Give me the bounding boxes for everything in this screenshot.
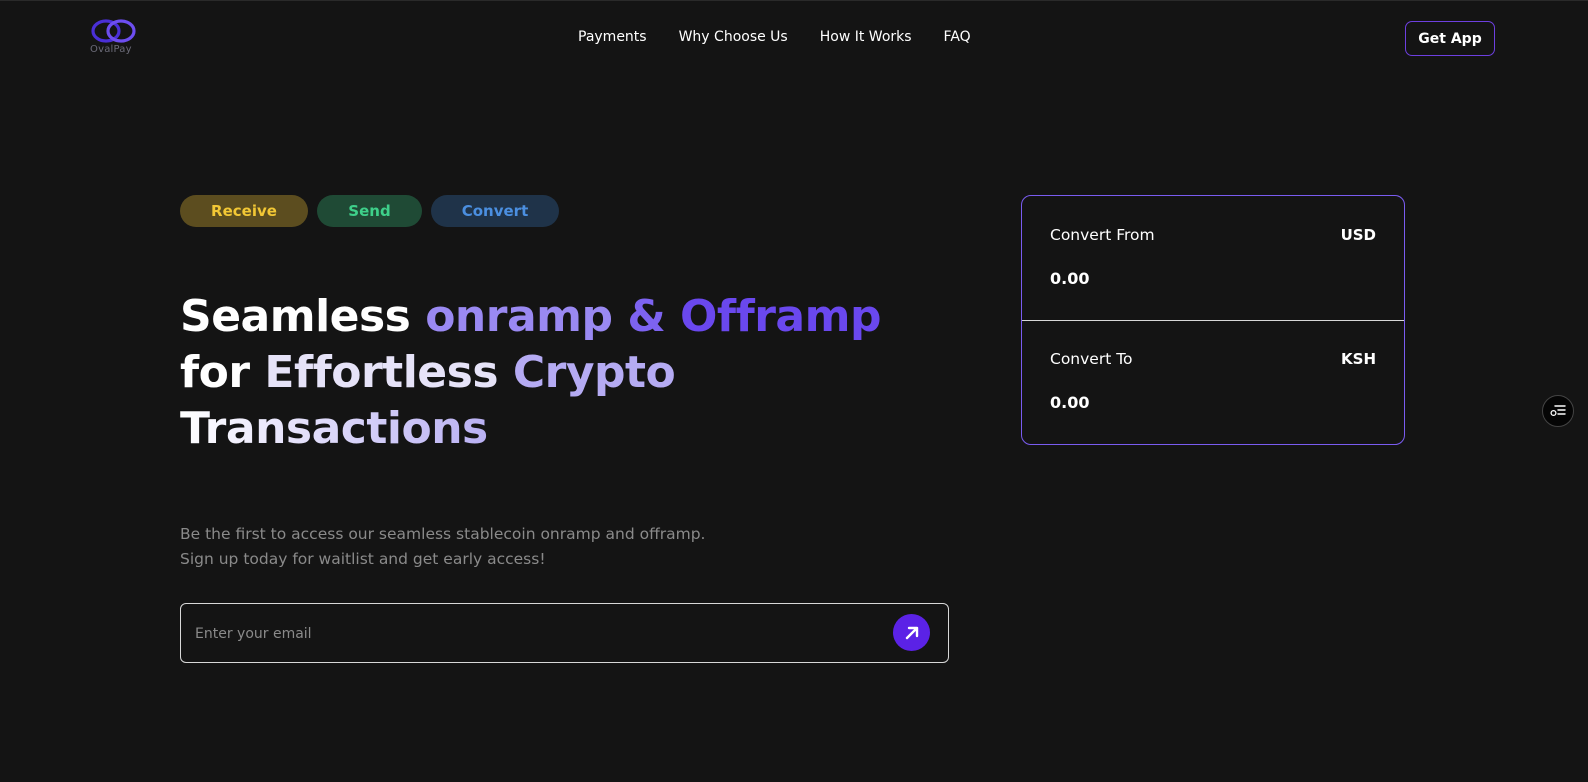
- headline-word: Seamless: [180, 291, 411, 342]
- headline-word: for: [180, 347, 250, 398]
- convert-to-currency[interactable]: KSH: [1341, 350, 1376, 368]
- email-input[interactable]: [193, 604, 877, 664]
- subtitle-line: Sign up today for waitlist and get early…: [180, 550, 546, 568]
- convert-to-label: Convert To: [1050, 350, 1133, 368]
- headline-word: &: [627, 291, 666, 342]
- headline-word: Effortless: [264, 347, 499, 398]
- hero-headline: Seamless onramp & Offramp for Effortless…: [180, 289, 940, 457]
- convert-from-currency[interactable]: USD: [1341, 226, 1376, 244]
- arrow-up-right-icon: [905, 626, 918, 639]
- send-pill[interactable]: Send: [317, 195, 422, 227]
- hero-subtitle: Be the first to access our seamless stab…: [180, 522, 705, 572]
- logo-rings-icon: [91, 19, 136, 43]
- list-settings-icon: [1550, 405, 1566, 417]
- convert-pill[interactable]: Convert: [431, 195, 559, 227]
- nav-faq[interactable]: FAQ: [944, 29, 971, 45]
- headline-word: Offramp: [680, 291, 881, 342]
- convert-from-amount[interactable]: 0.00: [1050, 269, 1089, 288]
- convert-to-section[interactable]: Convert To KSH 0.00: [1022, 320, 1404, 444]
- nav-how-it-works[interactable]: How It Works: [820, 29, 912, 45]
- convert-from-section[interactable]: Convert From USD 0.00: [1022, 196, 1404, 321]
- convert-to-amount: 0.00: [1050, 393, 1090, 412]
- convert-from-label: Convert From: [1050, 226, 1155, 244]
- waitlist-form: [180, 603, 949, 664]
- nav-payments[interactable]: Payments: [578, 29, 647, 45]
- logo-text: OvalPay: [90, 44, 132, 55]
- get-app-button[interactable]: Get App: [1405, 21, 1495, 56]
- headline-word: Transactions: [180, 403, 488, 454]
- page: OvalPay Payments Why Choose Us How It Wo…: [0, 0, 1588, 782]
- receive-pill[interactable]: Receive: [180, 195, 308, 227]
- nav-why-choose-us[interactable]: Why Choose Us: [679, 29, 788, 45]
- side-menu-button[interactable]: [1542, 395, 1574, 427]
- subtitle-line: Be the first to access our seamless stab…: [180, 525, 706, 543]
- headline-word: Crypto: [512, 347, 676, 398]
- action-pills: Receive Send Convert: [180, 195, 559, 227]
- main-nav: Payments Why Choose Us How It Works FAQ: [578, 29, 971, 45]
- headline-word: onramp: [425, 291, 613, 342]
- ovalpay-logo[interactable]: OvalPay: [90, 17, 138, 59]
- submit-email-button[interactable]: [893, 614, 930, 651]
- currency-converter: Convert From USD 0.00 Convert To KSH 0.0…: [1021, 195, 1405, 445]
